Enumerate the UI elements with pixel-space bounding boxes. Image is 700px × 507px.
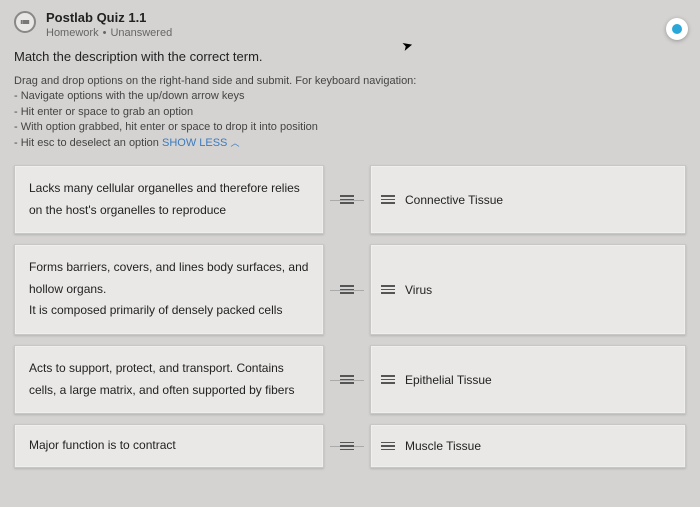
question-prompt: Match the description with the correct t… bbox=[14, 49, 686, 64]
term-label: Virus bbox=[405, 283, 432, 297]
term-label: Connective Tissue bbox=[405, 193, 503, 207]
term-label: Epithelial Tissue bbox=[405, 373, 492, 387]
quiz-title: Postlab Quiz 1.1 bbox=[46, 10, 172, 25]
drag-handle-icon[interactable] bbox=[340, 190, 354, 210]
quiz-header: ≔ Postlab Quiz 1.1 HomeworkUnanswered bbox=[14, 10, 686, 39]
matching-area: Lacks many cellular organelles and there… bbox=[14, 165, 686, 468]
drag-handle-icon[interactable] bbox=[340, 280, 354, 300]
help-icon bbox=[672, 24, 682, 34]
match-row: Acts to support, protect, and transport.… bbox=[14, 345, 686, 414]
show-less-toggle[interactable]: SHOW LESS ︿ bbox=[162, 137, 239, 149]
drag-handle-icon[interactable] bbox=[340, 370, 354, 390]
match-row: Major function is to contract Muscle Tis… bbox=[14, 424, 686, 468]
term-option[interactable]: Muscle Tissue bbox=[370, 424, 686, 468]
connector bbox=[324, 424, 370, 468]
match-row: Lacks many cellular organelles and there… bbox=[14, 165, 686, 234]
description-box: Major function is to contract bbox=[14, 424, 324, 468]
term-label: Muscle Tissue bbox=[405, 439, 481, 453]
instructions-block: Drag and drop options on the right-hand … bbox=[14, 74, 686, 151]
quiz-subtitle: HomeworkUnanswered bbox=[46, 27, 172, 39]
connector bbox=[324, 165, 370, 234]
drag-handle-icon[interactable] bbox=[340, 436, 354, 456]
drag-handle-icon[interactable] bbox=[381, 285, 395, 294]
term-option[interactable]: Virus bbox=[370, 244, 686, 335]
connector bbox=[324, 244, 370, 335]
description-box: Forms barriers, covers, and lines body s… bbox=[14, 244, 324, 335]
match-row: Forms barriers, covers, and lines body s… bbox=[14, 244, 686, 335]
description-box: Acts to support, protect, and transport.… bbox=[14, 345, 324, 414]
drag-handle-icon[interactable] bbox=[381, 375, 395, 384]
chevron-up-icon: ︿ bbox=[230, 137, 239, 147]
description-box: Lacks many cellular organelles and there… bbox=[14, 165, 324, 234]
term-option[interactable]: Connective Tissue bbox=[370, 165, 686, 234]
drag-handle-icon[interactable] bbox=[381, 442, 395, 451]
connector bbox=[324, 345, 370, 414]
term-option[interactable]: Epithelial Tissue bbox=[370, 345, 686, 414]
quiz-type-icon: ≔ bbox=[14, 11, 36, 33]
drag-handle-icon[interactable] bbox=[381, 195, 395, 204]
help-button[interactable] bbox=[666, 18, 688, 40]
